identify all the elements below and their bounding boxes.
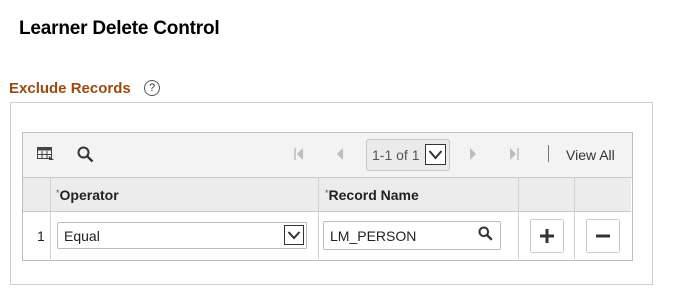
previous-page-icon[interactable] — [335, 147, 345, 161]
page-title: Learner Delete Control — [19, 18, 220, 39]
first-page-icon[interactable] — [293, 147, 305, 161]
column-divider — [50, 178, 51, 259]
pager-text: 1-1 of 1 — [372, 147, 420, 163]
chevron-down-icon[interactable] — [284, 225, 304, 245]
column-header-label: Operator — [59, 187, 119, 203]
last-page-icon[interactable] — [508, 147, 520, 161]
delete-row-button[interactable] — [586, 219, 620, 253]
chevron-down-icon[interactable] — [425, 144, 446, 165]
column-header-operator: *Operator — [56, 187, 119, 203]
column-header-label: Record Name — [328, 187, 419, 203]
column-divider — [574, 178, 575, 259]
search-icon[interactable] — [77, 146, 94, 163]
help-icon[interactable]: ? — [144, 80, 160, 96]
lookup-search-icon[interactable] — [478, 226, 493, 241]
plus-icon — [540, 229, 554, 243]
grid-personalize-icon[interactable] — [37, 147, 55, 161]
column-divider — [318, 178, 319, 259]
row-number: 1 — [37, 228, 45, 244]
column-divider — [518, 178, 519, 259]
add-row-button[interactable] — [530, 219, 564, 253]
record-name-value: LM_PERSON — [330, 228, 417, 244]
next-page-icon[interactable] — [468, 147, 478, 161]
view-all-link[interactable]: View All — [566, 147, 615, 163]
toolbar-separator — [548, 145, 549, 162]
minus-icon — [596, 234, 610, 238]
operator-value: Equal — [64, 228, 100, 244]
section-title: Exclude Records — [9, 80, 131, 97]
column-header-record-name: *Record Name — [325, 187, 419, 203]
grid-toolbar — [23, 133, 632, 178]
